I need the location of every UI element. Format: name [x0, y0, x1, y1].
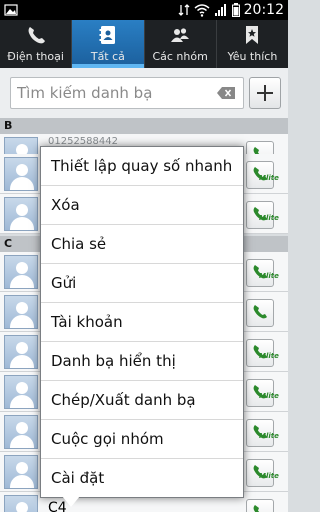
avatar	[4, 415, 38, 449]
image-icon	[4, 4, 18, 16]
menu-item-group-call[interactable]: Cuộc gọi nhóm	[41, 420, 243, 459]
menu-item-delete[interactable]: Xóa	[41, 186, 243, 225]
call-button[interactable]: Mlite	[246, 459, 279, 487]
group-icon	[171, 28, 190, 42]
tab-groups[interactable]: Các nhóm	[145, 20, 217, 68]
menu-item-accounts[interactable]: Tài khoản	[41, 303, 243, 342]
status-bar: 20:12	[0, 0, 288, 20]
tab-bar: Điện thoại Tất cả Các nhóm Yêu thích	[0, 20, 288, 68]
signal-icon	[214, 4, 226, 16]
call-button[interactable]: Mlite	[246, 161, 279, 189]
options-menu: Thiết lập quay số nhanh Xóa Chia sẻ Gửi …	[40, 146, 244, 498]
bookmark-star-icon	[246, 26, 259, 44]
avatar	[4, 157, 38, 191]
menu-item-send[interactable]: Gửi	[41, 264, 243, 303]
menu-item-speed-dial[interactable]: Thiết lập quay số nhanh	[41, 147, 243, 186]
call-button[interactable]	[246, 299, 274, 327]
call-button[interactable]	[246, 499, 274, 512]
tab-groups-label: Các nhóm	[152, 50, 208, 63]
tab-favorites[interactable]: Yêu thích	[217, 20, 288, 68]
avatar	[4, 295, 38, 329]
call-button[interactable]: Mlite	[246, 201, 279, 229]
avatar	[4, 335, 38, 369]
avatar	[4, 455, 38, 489]
phone-icon	[28, 27, 45, 44]
mlite-badge: Mlite	[259, 432, 279, 440]
status-icons: 20:12	[178, 0, 284, 20]
mlite-badge: Mlite	[259, 352, 279, 360]
mlite-badge: Mlite	[259, 392, 279, 400]
wifi-icon	[194, 4, 210, 17]
avatar	[4, 375, 38, 409]
phone-icon	[253, 305, 267, 319]
section-header-b: B	[0, 118, 288, 134]
phone-icon	[253, 505, 260, 512]
backspace-icon[interactable]	[217, 87, 235, 99]
search-row	[0, 68, 288, 118]
search-input[interactable]	[17, 78, 207, 108]
menu-pointer	[62, 496, 80, 507]
battery-icon	[231, 3, 240, 17]
tab-phone[interactable]: Điện thoại	[0, 20, 73, 68]
call-button[interactable]: Mlite	[246, 259, 279, 287]
tab-all-contacts-label: Tất cả	[90, 50, 125, 63]
call-button[interactable]: Mlite	[246, 379, 279, 407]
mlite-badge: Mlite	[259, 214, 279, 222]
menu-item-share[interactable]: Chia sẻ	[41, 225, 243, 264]
avatar	[4, 495, 38, 512]
tab-all-contacts[interactable]: Tất cả	[72, 20, 145, 68]
clock: 20:12	[243, 2, 284, 18]
menu-item-settings[interactable]: Cài đặt	[41, 459, 243, 498]
search-box	[10, 77, 244, 109]
tab-favorites-label: Yêu thích	[227, 50, 278, 63]
tab-phone-label: Điện thoại	[7, 50, 64, 63]
add-contact-button[interactable]	[249, 77, 281, 109]
mlite-badge: Mlite	[259, 472, 279, 480]
contacts-book-icon	[99, 26, 115, 44]
app-screen: 20:12 Điện thoại Tất cả Các nhóm Yêu thí…	[0, 0, 288, 512]
call-button[interactable]: Mlite	[246, 339, 279, 367]
menu-item-display-contacts[interactable]: Danh bạ hiển thị	[41, 342, 243, 381]
avatar	[4, 197, 38, 231]
mlite-badge: Mlite	[259, 272, 279, 280]
mlite-badge: Mlite	[259, 174, 279, 182]
avatar	[4, 255, 38, 289]
call-button[interactable]: Mlite	[246, 419, 279, 447]
menu-item-copy-export[interactable]: Chép/Xuất danh bạ	[41, 381, 243, 420]
network-icon	[178, 4, 190, 16]
